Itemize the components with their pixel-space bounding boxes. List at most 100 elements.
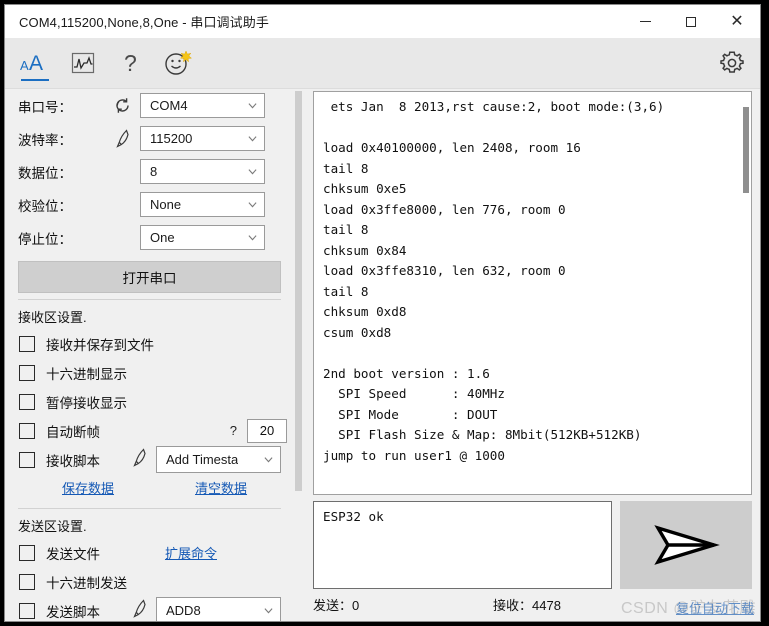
auto-frame-help-icon[interactable]: ? [230, 423, 237, 438]
checkbox-row-save-to-file[interactable]: 接收并保存到文件 [5, 329, 295, 358]
receive-scrollbar[interactable] [742, 93, 750, 493]
window-controls: ✕ [622, 5, 760, 38]
save-data-link[interactable]: 保存数据 [62, 478, 114, 497]
toolbar-waveform-button[interactable] [59, 38, 107, 88]
send-textarea[interactable]: ESP32 ok [323, 507, 384, 526]
port-value: COM4 [150, 98, 188, 113]
send-script-edit-button[interactable] [132, 598, 147, 622]
settings-button[interactable] [718, 49, 746, 77]
checkbox-hex-send[interactable] [19, 573, 35, 590]
label-databits: 数据位： [18, 165, 72, 181]
label-baud: 波特率： [18, 132, 72, 148]
left-panel-scrollbar[interactable] [295, 91, 302, 617]
receive-links-row: 保存数据 清空数据 [5, 474, 295, 500]
label-stopbits: 停止位： [18, 231, 72, 247]
gear-icon [720, 51, 744, 73]
setting-row-port: 串口号： COM4 [5, 89, 295, 122]
open-port-button[interactable]: 打开串口 [18, 261, 281, 293]
right-panel: ets Jan 8 2013,rst cause:2, boot mode:(3… [305, 89, 760, 621]
chevron-down-icon [248, 102, 257, 108]
databits-value: 8 [150, 164, 158, 179]
label-hex-display: 十六进制显示 [46, 366, 127, 382]
left-panel-inner: 串口号： COM4 波特率： 115200 数据位： 8 校验位： None 停… [5, 89, 295, 621]
clear-data-link[interactable]: 清空数据 [195, 478, 247, 497]
send-button[interactable] [620, 501, 752, 589]
checkbox-row-receive-script[interactable]: 接收脚本 Add Timesta [5, 445, 295, 474]
extend-command-link[interactable]: 扩展命令 [165, 543, 217, 562]
refresh-ports-button[interactable] [104, 97, 140, 114]
receive-script-trailing: Add Timesta [132, 446, 281, 473]
label-hex-send: 十六进制发送 [46, 575, 127, 591]
title-bar: COM4,115200,None,8,One - 串口调试助手 ✕ [5, 5, 760, 38]
pen-icon [133, 447, 146, 467]
chevron-down-icon [248, 234, 257, 240]
label-send-file: 发送文件 [46, 546, 100, 562]
close-button[interactable]: ✕ [714, 5, 760, 38]
minimize-button[interactable] [622, 5, 668, 38]
watermark-overlay: 复位自动下载 [675, 601, 754, 616]
checkbox-row-send-script[interactable]: 发送脚本 ADD8 [5, 596, 295, 621]
svg-text:A: A [29, 52, 43, 75]
baud-select[interactable]: 115200 [140, 126, 265, 151]
send-script-select[interactable]: ADD8 [156, 597, 281, 621]
toolbar-smiley-button[interactable] [155, 38, 203, 88]
help-icon: ? [124, 50, 137, 76]
baud-edit-button[interactable] [104, 129, 140, 148]
checkbox-pause-display[interactable] [19, 393, 35, 410]
pen-icon [115, 129, 129, 148]
label-port: 串口号： [18, 99, 72, 115]
chevron-down-icon [264, 456, 273, 462]
send-textarea-wrapper[interactable]: ESP32 ok [313, 501, 612, 589]
checkbox-row-hex-send[interactable]: 十六进制发送 [5, 567, 295, 596]
svg-text:A: A [20, 58, 29, 73]
window-title: COM4,115200,None,8,One - 串口调试助手 [19, 15, 269, 30]
receive-textarea[interactable]: ets Jan 8 2013,rst cause:2, boot mode:(3… [323, 97, 733, 466]
parity-value: None [150, 197, 182, 212]
checkbox-row-auto-frame[interactable]: 自动断帧 ? 20 [5, 416, 295, 445]
label-send-script: 发送脚本 [46, 604, 100, 620]
checkbox-row-send-file[interactable]: 发送文件 扩展命令 [5, 538, 295, 567]
receive-scrollbar-thumb[interactable] [743, 107, 749, 193]
toolbar-font-size-button[interactable]: A A [11, 38, 59, 88]
checkbox-hex-display[interactable] [19, 364, 35, 381]
chevron-down-icon [248, 168, 257, 174]
svg-text:?: ? [124, 50, 137, 76]
extend-cmd-trailing: 扩展命令 [165, 543, 217, 562]
maximize-icon [686, 16, 696, 27]
waveform-icon [71, 52, 95, 74]
status-sent-count: 发送：0 [313, 597, 360, 613]
label-save-to-file: 接收并保存到文件 [46, 337, 154, 353]
left-panel-scrollbar-thumb[interactable] [295, 91, 302, 491]
receive-script-edit-button[interactable] [132, 447, 147, 472]
checkbox-row-pause-display[interactable]: 暂停接收显示 [5, 387, 295, 416]
send-script-trailing: ADD8 [132, 597, 281, 621]
toolbar-help-button[interactable]: ? [107, 38, 155, 88]
close-icon: ✕ [730, 12, 744, 30]
app-window: COM4,115200,None,8,One - 串口调试助手 ✕ A A ? … [4, 4, 761, 622]
checkbox-receive-script[interactable] [19, 451, 35, 468]
stopbits-select[interactable]: One [140, 225, 265, 250]
font-size-icon: A A [20, 52, 43, 75]
chevron-down-icon [248, 201, 257, 207]
label-receive-script: 接收脚本 [46, 453, 100, 469]
divider-middle [18, 508, 281, 509]
label-pause-display: 暂停接收显示 [46, 395, 127, 411]
checkbox-send-file[interactable] [19, 544, 35, 561]
checkbox-send-script[interactable] [19, 602, 35, 619]
checkbox-auto-frame[interactable] [19, 422, 35, 439]
maximize-button[interactable] [668, 5, 714, 38]
port-select[interactable]: COM4 [140, 93, 265, 118]
minimize-icon [639, 21, 651, 22]
smiley-icon [165, 50, 193, 75]
parity-select[interactable]: None [140, 192, 265, 217]
databits-select[interactable]: 8 [140, 159, 265, 184]
paper-plane-icon [654, 525, 720, 565]
toolbar: A A ? [5, 38, 760, 89]
setting-row-parity: 校验位： None [5, 188, 295, 221]
refresh-icon [115, 98, 129, 113]
checkbox-save-to-file[interactable] [19, 335, 35, 352]
auto-frame-input[interactable]: 20 [247, 418, 287, 443]
receive-script-select[interactable]: Add Timesta [156, 446, 281, 473]
checkbox-row-hex-display[interactable]: 十六进制显示 [5, 358, 295, 387]
chevron-down-icon [248, 135, 257, 141]
